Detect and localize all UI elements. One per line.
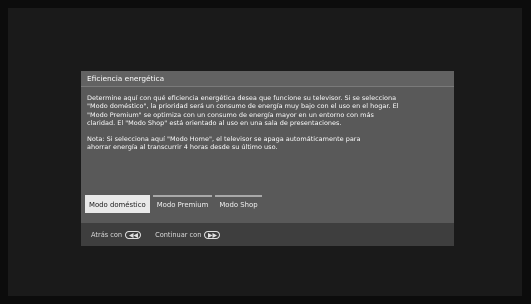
continue-label: Continuar con <box>155 230 202 239</box>
rewind-key-icon <box>125 230 142 239</box>
energy-efficiency-dialog: Eficiencia energética Determine aquí con… <box>81 71 454 246</box>
option-modo-premium[interactable]: Modo Premium <box>152 195 213 213</box>
option-modo-shop[interactable]: Modo Shop <box>215 195 262 213</box>
option-modo-domestico[interactable]: Modo doméstico <box>85 195 150 213</box>
forward-key-icon <box>204 230 221 239</box>
dialog-title: Eficiencia energética <box>81 71 454 87</box>
screen: Eficiencia energética Determine aquí con… <box>0 0 531 304</box>
description-text: Determine aquí con qué eficiencia energé… <box>87 94 399 127</box>
back-hint[interactable]: Atrás con <box>91 230 142 239</box>
dialog-body: Determine aquí con qué eficiencia energé… <box>87 94 449 152</box>
back-label: Atrás con <box>91 230 123 239</box>
mode-options: Modo doméstico Modo Premium Modo Shop <box>85 195 262 215</box>
continue-hint[interactable]: Continuar con <box>155 230 221 239</box>
dialog-footer: Atrás con Continuar con <box>81 223 454 246</box>
note-text: Nota: Si selecciona aquí "Modo Home", el… <box>87 135 361 152</box>
